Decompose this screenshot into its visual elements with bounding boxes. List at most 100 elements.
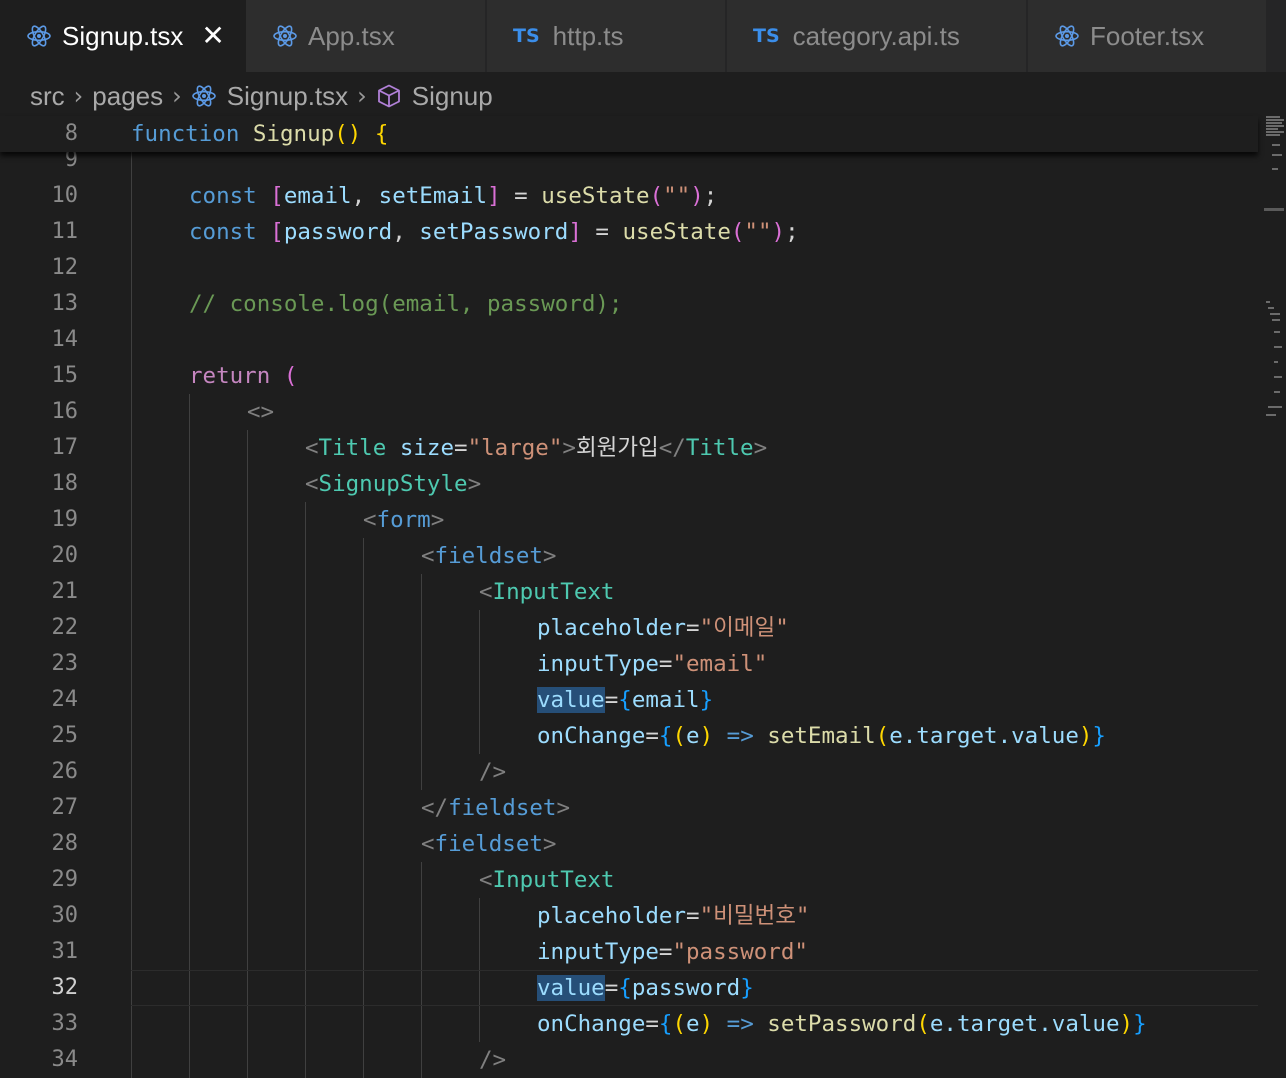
line-number: 28	[51, 831, 79, 856]
code-line: 17 <Title size="large">회원가입</Title>	[0, 430, 1258, 466]
code-line: 20 <fieldset>	[0, 538, 1258, 574]
editor-scroll-area[interactable]: 9 10 const [email, setEmail] = useState(…	[0, 116, 1258, 1078]
code-text: <Title size="large">회원가입</Title>	[305, 435, 768, 461]
sticky-scroll-header[interactable]: 8 function Signup() {	[0, 116, 1258, 152]
react-icon	[26, 23, 52, 49]
minimap-line	[1266, 414, 1276, 416]
minimap-line	[1266, 131, 1284, 133]
minimap-line	[1274, 391, 1280, 393]
line-number: 26	[51, 759, 79, 784]
close-icon[interactable]: ✕	[201, 22, 224, 50]
code-text: return (	[189, 363, 298, 389]
minimap-cursor	[1264, 208, 1284, 211]
line-number: 33	[51, 1011, 79, 1036]
minimap-line	[1266, 128, 1278, 130]
symbol-cube-icon	[376, 83, 402, 109]
code-line: 16 <>	[0, 394, 1258, 430]
breadcrumb-symbol[interactable]: Signup	[376, 81, 493, 112]
breadcrumb-src[interactable]: src	[30, 81, 65, 112]
tab-label: Footer.tsx	[1090, 20, 1205, 51]
line-number: 29	[51, 867, 79, 892]
minimap-line	[1272, 168, 1278, 170]
tab-category-api-ts[interactable]: TS category.api.ts	[727, 0, 1028, 72]
typescript-icon: TS	[753, 25, 780, 47]
code-text: <form>	[363, 507, 445, 533]
tab-label: Signup.tsx	[62, 20, 184, 51]
line-number: 30	[51, 903, 79, 928]
line-number: 19	[51, 507, 79, 532]
chevron-right-icon: ›	[357, 82, 367, 110]
minimap-line	[1266, 134, 1280, 136]
line-number: 23	[51, 651, 79, 676]
code-text: function Signup() {	[131, 121, 389, 147]
code-text: />	[479, 759, 507, 785]
breadcrumb-pages[interactable]: pages	[92, 81, 163, 112]
code-text: <InputText	[479, 579, 615, 605]
code-line: 19 <form>	[0, 502, 1258, 538]
code-line: 21 <InputText	[0, 574, 1258, 610]
code-text: inputType="email"	[537, 651, 768, 677]
line-number: 10	[51, 183, 79, 208]
code-text: placeholder="비밀번호"	[537, 903, 810, 929]
code-line: 22 placeholder="이메일"	[0, 610, 1258, 646]
line-number: 11	[51, 219, 79, 244]
minimap-line	[1274, 346, 1282, 348]
code-line: 23 inputType="email"	[0, 646, 1258, 682]
code-comment: // console.log(email, password);	[189, 291, 623, 317]
breadcrumb-file[interactable]: Signup.tsx	[191, 81, 348, 112]
code-text: <InputText	[479, 867, 615, 893]
code-line: 10 const [email, setEmail] = useState(""…	[0, 178, 1258, 214]
breadcrumb-symbol-label: Signup	[411, 80, 493, 111]
code-line: 29 <InputText	[0, 862, 1258, 898]
code-line: 11 const [password, setPassword] = useSt…	[0, 214, 1258, 250]
minimap-line	[1266, 125, 1284, 127]
minimap-line	[1266, 119, 1284, 121]
minimap-line	[1274, 361, 1278, 363]
line-number: 18	[51, 471, 79, 496]
minimap[interactable]	[1262, 116, 1286, 1078]
code-text: inputType="password"	[537, 939, 808, 965]
minimap-line	[1266, 116, 1280, 118]
react-icon	[1054, 23, 1080, 49]
minimap-line	[1268, 406, 1282, 408]
line-number: 27	[51, 795, 79, 820]
code-line: 33 onChange={(e) => setPassword(e.target…	[0, 1006, 1258, 1042]
code-text: <fieldset>	[421, 831, 557, 857]
code-text: const [email, setEmail] = useState("");	[189, 183, 718, 209]
line-number: 12	[51, 255, 79, 280]
tab-http-ts[interactable]: TS http.ts	[487, 0, 727, 72]
minimap-line	[1272, 154, 1282, 156]
code-line-current: 32 value={password}	[0, 970, 1258, 1006]
code-line: 18 <SignupStyle>	[0, 466, 1258, 502]
line-number: 15	[51, 363, 79, 388]
line-number: 21	[51, 579, 79, 604]
code-line: 13 // console.log(email, password);	[0, 286, 1258, 322]
code-line: 34 />	[0, 1042, 1258, 1078]
code-line: 24 value={email}	[0, 682, 1258, 718]
code-line: 27 </fieldset>	[0, 790, 1258, 826]
code-text: const [password, setPassword] = useState…	[189, 219, 799, 245]
code-line: 12	[0, 250, 1258, 286]
breadcrumb: src › pages › Signup.tsx › Signup	[30, 76, 493, 116]
tab-footer-tsx[interactable]: Footer.tsx	[1028, 0, 1268, 72]
react-icon	[191, 83, 217, 109]
tab-signup-tsx[interactable]: Signup.tsx ✕	[0, 0, 246, 72]
editor-tab-bar: Signup.tsx ✕ App.tsx TS http.ts TS categ…	[0, 0, 1286, 72]
code-editor[interactable]: 9 10 const [email, setEmail] = useState(…	[0, 116, 1286, 1078]
line-number: 22	[51, 615, 79, 640]
tab-app-tsx[interactable]: App.tsx	[246, 0, 487, 72]
breadcrumb-file-label: Signup.tsx	[226, 80, 349, 111]
tab-label: App.tsx	[308, 20, 395, 51]
line-number: 20	[51, 543, 79, 568]
line-number: 17	[51, 435, 79, 460]
code-text: value={password}	[537, 975, 754, 1001]
code-line: 8 function Signup() {	[0, 116, 1258, 152]
line-number: 32	[51, 975, 79, 1000]
tab-label: category.api.ts	[792, 20, 960, 51]
code-text: </fieldset>	[421, 795, 571, 821]
minimap-line	[1268, 307, 1274, 309]
react-icon	[272, 23, 298, 49]
line-number: 13	[51, 291, 79, 316]
line-number: 31	[51, 939, 79, 964]
code-text: onChange={(e) => setEmail(e.target.value…	[537, 723, 1106, 749]
